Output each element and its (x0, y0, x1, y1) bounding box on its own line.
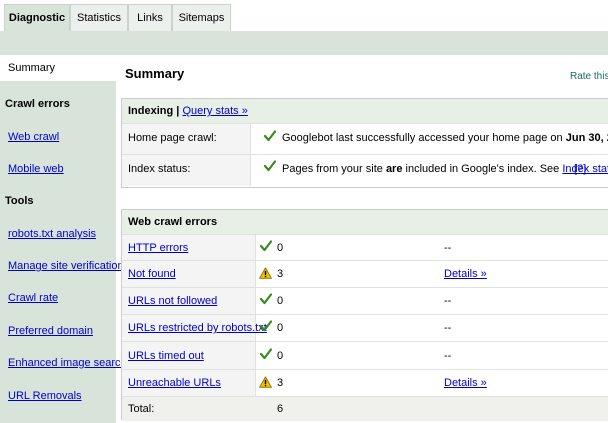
crawl-errors-panel: Web crawl errors HTTP errors 0 -- Not fo… (121, 209, 608, 421)
home-page-crawl-row: Home page crawl: Googlebot last successf… (122, 123, 608, 154)
total-label: Total: (128, 403, 155, 415)
not-found-link[interactable]: Not found (128, 268, 176, 280)
tab-statistics[interactable]: Statistics (70, 4, 128, 32)
error-detail: -- (444, 350, 452, 362)
sidebar-item-image-search[interactable]: Enhanced image search (8, 357, 127, 369)
tab-sitemaps[interactable]: Sitemaps (172, 4, 231, 32)
sidebar-item-robots-txt[interactable]: robots.txt analysis (8, 228, 96, 240)
error-count: 0 (277, 295, 284, 307)
sidebar-item-url-removals[interactable]: URL Removals (8, 390, 82, 402)
check-icon (264, 160, 276, 172)
crawl-errors-heading: Crawl errors (5, 98, 70, 110)
total-row: Total: 6 (122, 396, 608, 421)
table-row: URLs not followed 0 -- (122, 287, 608, 314)
rate-link[interactable]: Rate this t (570, 71, 608, 82)
check-icon (260, 293, 272, 305)
home-page-crawl-label: Home page crawl: (128, 132, 217, 144)
indexing-header: Indexing | Query stats » (122, 99, 608, 123)
warning-icon (259, 376, 272, 388)
error-count: 3 (277, 377, 284, 389)
total-value: 6 (277, 403, 284, 415)
urls-timed-out-link[interactable]: URLs timed out (128, 350, 204, 362)
urls-restricted-link[interactable]: URLs restricted by robots.txt (128, 322, 267, 334)
sidebar-item-crawl-rate[interactable]: Crawl rate (8, 292, 58, 304)
home-page-crawl-value: Googlebot last successfully accessed you… (282, 132, 608, 144)
check-icon (264, 130, 276, 142)
check-icon (260, 320, 272, 332)
details-link[interactable]: Details » (444, 377, 487, 389)
error-count: 0 (277, 350, 284, 362)
indexing-panel: Indexing | Query stats » Home page crawl… (121, 98, 608, 188)
index-status-value: Pages from your site are included in Goo… (282, 163, 608, 175)
check-icon (260, 348, 272, 360)
check-icon (260, 240, 272, 252)
unreachable-urls-link[interactable]: Unreachable URLs (128, 377, 221, 389)
error-detail: -- (444, 295, 452, 307)
page-title: Summary (125, 66, 185, 81)
table-row: URLs restricted by robots.txt 0 -- (122, 314, 608, 341)
tab-links[interactable]: Links (128, 4, 172, 32)
tools-heading: Tools (5, 195, 34, 207)
error-detail: -- (444, 242, 452, 254)
table-row: Unreachable URLs 3 Details » (122, 369, 608, 396)
index-status-row: Index status: Pages from your site are i… (122, 154, 608, 186)
error-count: 3 (277, 268, 284, 280)
tab-bar: Diagnostic Statistics Links Sitemaps (0, 0, 608, 33)
table-row: Not found 3 Details » (122, 260, 608, 287)
query-stats-link[interactable]: Query stats » (182, 105, 247, 117)
http-errors-link[interactable]: HTTP errors (128, 242, 188, 254)
error-count: 0 (277, 322, 284, 334)
help-link[interactable]: [?] (574, 163, 586, 175)
table-row: URLs timed out 0 -- (122, 341, 608, 369)
urls-not-followed-link[interactable]: URLs not followed (128, 295, 217, 307)
index-status-label: Index status: (128, 163, 191, 175)
tab-diagnostic[interactable]: Diagnostic (4, 4, 70, 33)
indexing-heading: Indexing (128, 105, 174, 117)
sidebar-item-summary[interactable]: Summary (0, 55, 116, 81)
sidebar-item-summary-label: Summary (8, 62, 56, 74)
sidebar-item-preferred-domain[interactable]: Preferred domain (8, 325, 93, 337)
sidebar-item-web-crawl[interactable]: Web crawl (8, 131, 59, 143)
sidebar: Summary Crawl errors Web crawl Mobile we… (0, 55, 127, 423)
tab-strip (0, 31, 608, 55)
error-detail: -- (444, 322, 452, 334)
sidebar-item-mobile-web[interactable]: Mobile web (8, 163, 64, 175)
crawl-errors-header: Web crawl errors (122, 210, 608, 234)
sidebar-item-site-verification[interactable]: Manage site verification (8, 260, 124, 272)
table-row: HTTP errors 0 -- (122, 234, 608, 260)
error-count: 0 (277, 242, 284, 254)
details-link[interactable]: Details » (444, 268, 487, 280)
warning-icon (259, 267, 272, 279)
